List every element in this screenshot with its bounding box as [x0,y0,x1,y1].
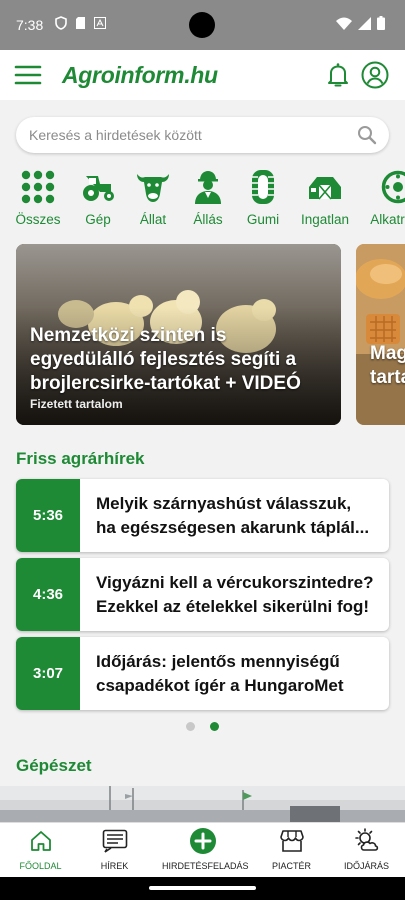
machinery-photo [0,786,405,822]
worker-icon [195,171,221,204]
search-placeholder[interactable]: Keresés a hirdetések között [29,127,202,143]
tire-icon [252,170,274,204]
user-profile-icon[interactable] [361,61,389,89]
bell-icon[interactable] [324,61,352,89]
news-title-line: ha egészségesen akarunk táplál... [96,518,370,537]
home-gesture-handle[interactable] [149,886,256,890]
home-icon [30,831,51,851]
nav-label: FŐOLDAL [19,861,62,871]
bottom-navigation: FŐOLDAL HÍREK HIRDETÉSFELADÁS PIACTÉR ID… [0,822,405,877]
category-row: Összes Gép Állat Állás Gumi Ingatlan Alk… [0,168,405,233]
nav-weather[interactable]: IDŐJÁRÁS [326,827,405,871]
sponsored-label: Fizetett tartalom [30,397,123,411]
category-label: Ingatlan [300,212,350,227]
category-label: Gép [85,212,111,227]
sd-card-icon [76,17,85,29]
barn-icon [309,177,341,200]
nav-label: HÍREK [100,861,129,871]
category-tires[interactable]: Gumi [233,168,293,230]
gesture-navigation-bar [0,877,405,900]
category-label: Állás [193,212,223,227]
featured-card[interactable]: Mag a 13 tarta [356,244,405,425]
news-time: 5:36 [16,479,80,552]
news-title-line: Ezekkel az ételekkel sikerülni fog! [96,597,370,616]
status-time: 7:38 [16,17,44,33]
weather-icon [354,828,378,851]
shield-icon [55,16,67,30]
nav-label: PIACTÉR [271,861,311,871]
pager-dot[interactable] [186,722,195,731]
machinery-section-title: Gépészet [16,756,92,775]
pastry-photo [356,244,405,425]
nav-label: HIRDETÉSFELADÁS [162,861,249,871]
news-icon [102,829,127,853]
nav-marketplace[interactable]: PIACTÉR [251,827,332,871]
gear-part-icon [381,170,405,204]
category-all[interactable]: Összes [8,168,68,230]
nav-label: IDŐJÁRÁS [343,861,389,871]
featured-card-title[interactable]: Nemzetközi szinten is egyedülálló fejles… [30,324,331,396]
category-machine[interactable]: Gép [68,168,128,230]
machinery-preview-image[interactable] [0,786,405,822]
nav-home[interactable]: FŐOLDAL [0,827,81,871]
category-real-estate[interactable]: Ingatlan [295,168,355,230]
category-animal[interactable]: Állat [123,168,183,230]
camera-cutout [189,12,215,38]
news-time: 4:36 [16,558,80,631]
category-label: Alkatrész [370,212,405,227]
featured-card-title[interactable]: Mag a 13 tarta [370,342,405,390]
pager-dot-active[interactable] [210,722,219,731]
category-label: Állat [139,212,167,227]
status-notification-icons [55,16,106,30]
tractor-icon [83,176,114,201]
news-time: 3:07 [16,637,80,710]
news-title-line: Melyik szárnyashúst válasszuk, [96,494,352,513]
featured-carousel[interactable]: Nemzetközi szinten is egyedülálló fejles… [0,244,405,426]
news-title-line: csapadékot ígér a HungaroMet [96,676,344,695]
news-pager [186,722,219,731]
news-section-title: Friss agrárhírek [16,449,145,468]
news-title[interactable]: Vigyázni kell a vércukorszintedre? Ezekk… [96,571,377,619]
signal-icon [358,16,371,30]
news-title-line: Időjárás: jelentős mennyiségű [96,652,340,671]
category-parts[interactable]: Alkatrész [368,168,405,230]
hamburger-menu-icon[interactable] [14,64,42,86]
app-header: Agroinform.hu [0,50,405,100]
status-bar: 7:38 [0,0,405,50]
search-bar[interactable]: Keresés a hirdetések között [16,117,389,153]
battery-icon [377,16,385,30]
news-title-line: Vigyázni kell a vércukorszintedre? [96,573,374,592]
app-logo[interactable]: Agroinform.hu [62,62,218,89]
status-system-icons [336,16,385,30]
font-app-icon [94,17,106,29]
category-label: Összes [15,212,61,227]
news-item[interactable]: 4:36 Vigyázni kell a vércukorszintedre? … [16,558,389,631]
news-title[interactable]: Melyik szárnyashúst válasszuk, ha egészs… [96,492,377,540]
news-item[interactable]: 3:07 Időjárás: jelentős mennyiségű csapa… [16,637,389,710]
news-title[interactable]: Időjárás: jelentős mennyiségű csapadékot… [96,650,377,698]
category-jobs[interactable]: Állás [178,168,238,230]
shop-icon [279,830,304,852]
plus-circle-icon [189,828,216,854]
cow-icon [137,174,169,202]
grid-icon [21,170,55,204]
nav-news[interactable]: HÍREK [74,827,155,871]
search-icon[interactable] [357,125,377,145]
category-label: Gumi [246,212,280,227]
nav-post-ad[interactable]: HIRDETÉSFELADÁS [162,827,249,871]
featured-card[interactable]: Nemzetközi szinten is egyedülálló fejles… [16,244,341,425]
news-item[interactable]: 5:36 Melyik szárnyashúst válasszuk, ha e… [16,479,389,552]
wifi-icon [336,17,352,30]
